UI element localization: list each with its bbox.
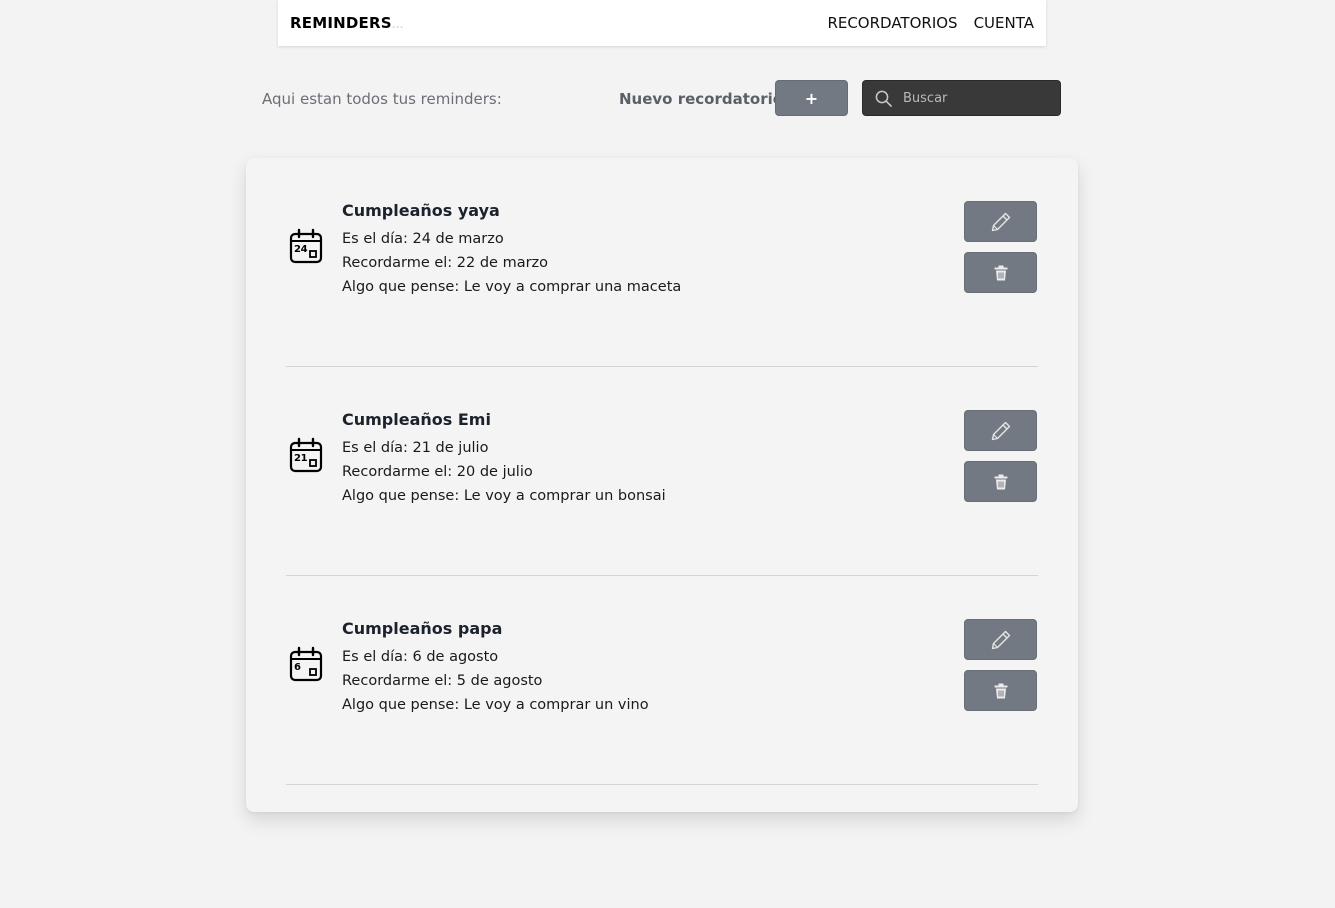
calendar-icon: 21 [289,437,323,473]
reminder-title: Cumpleaños papa [342,619,503,638]
pencil-icon [991,630,1010,649]
calendar-day-number: 6 [294,662,301,673]
nav-links: RECORDATORIOS CUENTA [827,14,1034,32]
reminder-date: Es el día: 6 de agosto [342,649,499,665]
divider [286,784,1038,785]
reminder-title: Cumpleaños Emi [342,410,491,429]
reminders-card: 24 Cumpleaños yaya Es el día: 24 de marz… [246,158,1078,812]
new-reminder-label: Nuevo recordatorio: [619,90,790,108]
nav-link-cuenta[interactable]: CUENTA [974,14,1034,32]
reminder-title: Cumpleaños yaya [342,201,500,220]
delete-button[interactable] [964,252,1037,293]
reminder-remind-date: Recordarme el: 22 de marzo [342,255,549,271]
edit-button[interactable] [964,201,1037,242]
pencil-icon [991,212,1010,231]
reminder-note: Algo que pense: Le voy a comprar un bons… [342,488,666,504]
delete-button[interactable] [964,670,1037,711]
reminder-item: 6 Cumpleaños papa Es el día: 6 de agosto… [286,576,1038,785]
navbar: REMINDERS... RECORDATORIOS CUENTA [278,0,1046,46]
reminder-details: Cumpleaños Emi Es el día: 21 de julio Re… [342,410,666,508]
brand-name: REMINDERS [290,14,392,32]
intro-text: Aqui estan todos tus reminders: [262,90,502,108]
edit-button[interactable] [964,410,1037,451]
delete-button[interactable] [964,461,1037,502]
calendar-icon: 6 [289,646,323,682]
trash-icon [994,474,1007,489]
calendar-icon: 24 [289,228,323,264]
reminder-remind-date: Recordarme el: 20 de julio [342,464,533,480]
pencil-icon [991,421,1010,440]
reminder-details: Cumpleaños yaya Es el día: 24 de marzo R… [342,201,681,299]
brand-logo[interactable]: REMINDERS... [290,14,404,32]
search-box [862,80,1061,116]
calendar-day-number: 24 [294,244,308,255]
trash-icon [994,265,1007,280]
reminder-item: 21 Cumpleaños Emi Es el día: 21 de julio… [286,367,1038,576]
add-reminder-button[interactable]: + [775,80,848,116]
search-input[interactable] [901,89,1055,107]
reminder-item: 24 Cumpleaños yaya Es el día: 24 de marz… [286,158,1038,367]
reminder-date: Es el día: 24 de marzo [342,231,504,247]
brand-dots: ... [391,20,404,31]
reminder-note: Algo que pense: Le voy a comprar un vino [342,697,649,713]
reminder-note: Algo que pense: Le voy a comprar una mac… [342,279,682,295]
trash-icon [994,683,1007,698]
reminder-date: Es el día: 21 de julio [342,440,489,456]
nav-link-recordatorios[interactable]: RECORDATORIOS [827,14,957,32]
search-icon [875,90,892,107]
calendar-day-number: 21 [294,453,308,464]
edit-button[interactable] [964,619,1037,660]
reminder-remind-date: Recordarme el: 5 de agosto [342,673,543,689]
reminder-details: Cumpleaños papa Es el día: 6 de agosto R… [342,619,649,717]
